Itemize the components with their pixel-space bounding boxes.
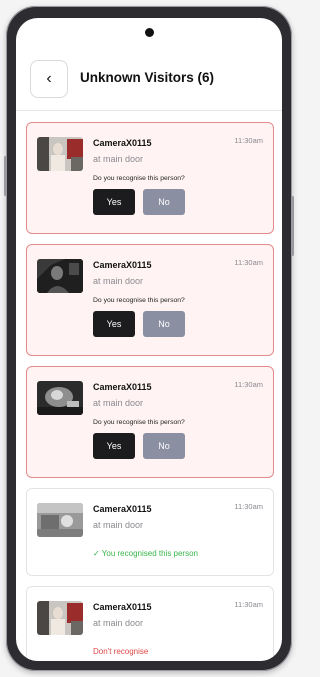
recognise-question: Do you recognise this person? — [93, 297, 185, 304]
recognise-question: Do you recognise this person? — [93, 175, 185, 182]
visitor-card: CameraX0115 11:30am at main door Do you … — [26, 244, 274, 356]
camera-name: CameraX0115 — [93, 382, 152, 392]
camera-name: CameraX0115 — [93, 504, 152, 514]
visitor-card: CameraX0115 11:30am at main door ✓ You r… — [26, 488, 274, 576]
no-button[interactable]: No — [143, 433, 185, 459]
header-divider — [16, 110, 282, 111]
camera-name: CameraX0115 — [93, 602, 152, 612]
camera-location: at main door — [93, 276, 144, 286]
visitor-list: CameraX0115 11:30am at main door Do you … — [26, 122, 274, 661]
alert-time: 11:30am — [234, 380, 263, 389]
yes-button[interactable]: Yes — [93, 311, 135, 337]
camera-location: at main door — [93, 520, 144, 530]
recognised-status: ✓ You recognised this person — [93, 549, 198, 558]
camera-location: at main door — [93, 618, 144, 628]
visitor-snapshot[interactable] — [37, 137, 83, 171]
visitor-card: CameraX0115 11:30am at main door Do you … — [26, 366, 274, 478]
recognise-question: Do you recognise this person? — [93, 419, 185, 426]
visitor-snapshot[interactable] — [37, 381, 83, 415]
visitor-card: CameraX0115 11:30am at main door Do you … — [26, 122, 274, 234]
alert-time: 11:30am — [234, 136, 263, 145]
not-recognised-status: Don't recognise — [93, 647, 149, 656]
visitor-snapshot[interactable] — [37, 259, 83, 293]
phone-side-button — [4, 156, 7, 196]
visitor-snapshot[interactable] — [37, 601, 83, 635]
camera-name: CameraX0115 — [93, 138, 152, 148]
phone-screen: ‹ Unknown Visitors (6) CameraX0115 11:30… — [16, 18, 282, 661]
front-camera — [145, 28, 154, 37]
alert-time: 11:30am — [234, 502, 263, 511]
alert-time: 11:30am — [234, 258, 263, 267]
no-button[interactable]: No — [143, 189, 185, 215]
visitor-snapshot[interactable] — [37, 503, 83, 537]
yes-button[interactable]: Yes — [93, 433, 135, 459]
app-header: ‹ Unknown Visitors (6) — [16, 48, 282, 108]
camera-location: at main door — [93, 398, 144, 408]
yes-button[interactable]: Yes — [93, 189, 135, 215]
phone-frame: ‹ Unknown Visitors (6) CameraX0115 11:30… — [4, 6, 294, 671]
camera-location: at main door — [93, 154, 144, 164]
page-title: Unknown Visitors (6) — [80, 70, 215, 85]
phone-side-button — [291, 196, 294, 256]
visitor-card: CameraX0115 11:30am at main door Don't r… — [26, 586, 274, 661]
camera-name: CameraX0115 — [93, 260, 152, 270]
chevron-left-icon: ‹ — [46, 70, 52, 87]
no-button[interactable]: No — [143, 311, 185, 337]
back-button[interactable]: ‹ — [30, 60, 68, 98]
alert-time: 11:30am — [234, 600, 263, 609]
